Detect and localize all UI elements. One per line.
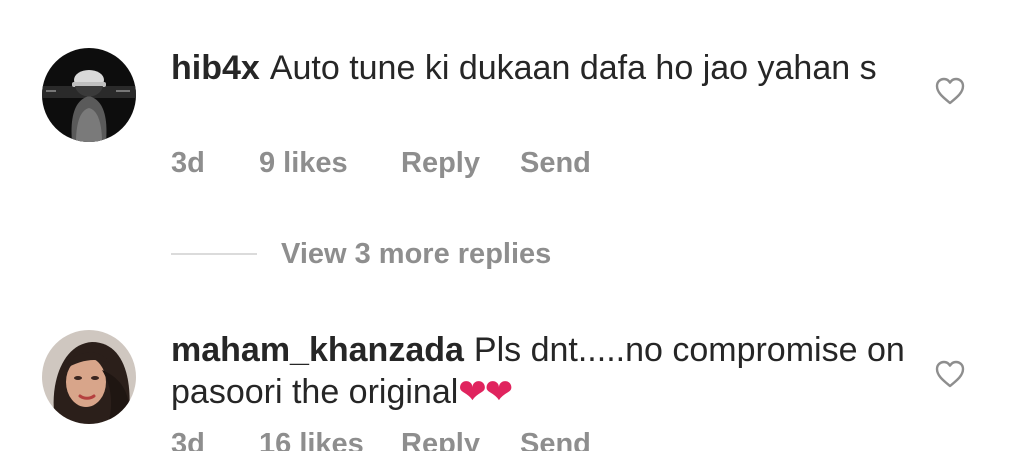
like-button[interactable] bbox=[934, 76, 966, 106]
likes-count[interactable]: 16 likes bbox=[259, 428, 401, 451]
view-replies-button[interactable]: View 3 more replies bbox=[171, 236, 551, 272]
heart-emoji: ❤❤ bbox=[458, 373, 513, 411]
send-button[interactable]: Send bbox=[520, 428, 591, 451]
comments-screen: hib4x Auto tune ki dukaan dafa ho jao yah… bbox=[0, 0, 1024, 451]
comment-meta: 3d 9 likes Reply Send bbox=[171, 147, 591, 180]
comment-text: Auto tune ki dukaan dafa ho jao yahan s bbox=[269, 49, 877, 87]
comment-body: hib4x Auto tune ki dukaan dafa ho jao yah… bbox=[171, 47, 911, 89]
reply-button[interactable]: Reply bbox=[401, 147, 520, 180]
like-button[interactable] bbox=[934, 359, 966, 389]
heart-outline-icon bbox=[935, 360, 965, 388]
comment-username[interactable]: hib4x bbox=[171, 49, 260, 87]
avatar-image bbox=[42, 330, 136, 424]
reply-button[interactable]: Reply bbox=[401, 428, 520, 451]
heart-outline-icon bbox=[935, 77, 965, 105]
comment-timestamp[interactable]: 3d bbox=[171, 428, 259, 451]
avatar[interactable] bbox=[42, 48, 136, 142]
comment-meta: 3d 16 likes Reply Send bbox=[171, 428, 591, 451]
view-replies-label: View 3 more replies bbox=[281, 237, 552, 270]
replies-divider bbox=[171, 253, 257, 255]
likes-count[interactable]: 9 likes bbox=[259, 147, 401, 180]
comment-username[interactable]: maham_khanzada bbox=[171, 331, 464, 369]
comment-timestamp[interactable]: 3d bbox=[171, 147, 259, 180]
avatar[interactable] bbox=[42, 330, 136, 424]
send-button[interactable]: Send bbox=[520, 147, 591, 180]
comment-body: maham_khanzada Pls dnt.....no compromise … bbox=[171, 329, 911, 413]
avatar-image bbox=[42, 48, 136, 142]
